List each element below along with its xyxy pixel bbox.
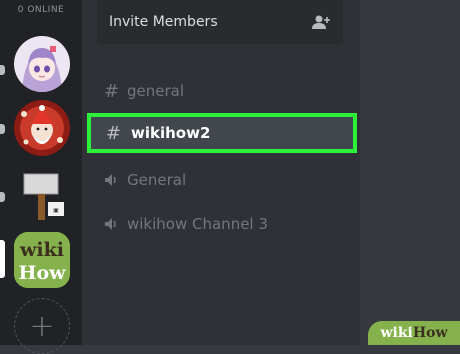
- svg-text:How: How: [19, 262, 67, 284]
- chat-area: [360, 0, 460, 345]
- server-rail: 0 ONLINE ▣ wiki How +: [0, 0, 82, 354]
- invite-members-label: Invite Members: [109, 14, 218, 30]
- plus-icon: +: [29, 308, 55, 344]
- watermark-part2: How: [412, 325, 448, 341]
- add-user-icon: [312, 15, 330, 29]
- speaker-icon: [104, 217, 122, 231]
- wikihow-watermark: wiki How: [368, 321, 460, 345]
- selected-server-indicator: [0, 240, 5, 278]
- online-count: 0 ONLINE: [17, 5, 65, 15]
- channel-wikihow2-selected[interactable]: # wikihow2: [82, 109, 360, 157]
- server-icon-santa[interactable]: [14, 100, 70, 156]
- hash-icon: #: [104, 80, 120, 102]
- channel-name: General: [127, 171, 187, 189]
- watermark-part1: wiki: [380, 325, 413, 341]
- svg-text:▣: ▣: [53, 207, 59, 214]
- selected-channel-highlight: # wikihow2: [87, 113, 357, 153]
- svg-text:wiki: wiki: [19, 239, 64, 261]
- speaker-icon: [104, 173, 122, 187]
- add-server-button[interactable]: +: [14, 298, 70, 354]
- server-icon-hammer[interactable]: ▣: [14, 168, 70, 224]
- channel-name: general: [127, 82, 185, 100]
- unread-indicator: [0, 124, 5, 134]
- voice-channel-wikihow-3[interactable]: wikihow Channel 3: [82, 204, 360, 244]
- invite-members-button[interactable]: Invite Members: [97, 0, 343, 44]
- channel-name: wikihow2: [131, 124, 211, 142]
- server-icon-wikihow[interactable]: wiki How: [14, 232, 70, 288]
- channel-name: wikihow Channel 3: [127, 215, 268, 233]
- unread-indicator: [0, 65, 5, 75]
- channel-general[interactable]: # general: [82, 71, 360, 111]
- voice-channel-general[interactable]: General: [82, 160, 360, 200]
- server-icon-anime-avatar[interactable]: [14, 36, 70, 92]
- channel-sidebar: Invite Members # general # wikihow2 Gene…: [82, 0, 360, 345]
- unread-indicator: [0, 192, 5, 202]
- hash-icon: #: [106, 122, 122, 144]
